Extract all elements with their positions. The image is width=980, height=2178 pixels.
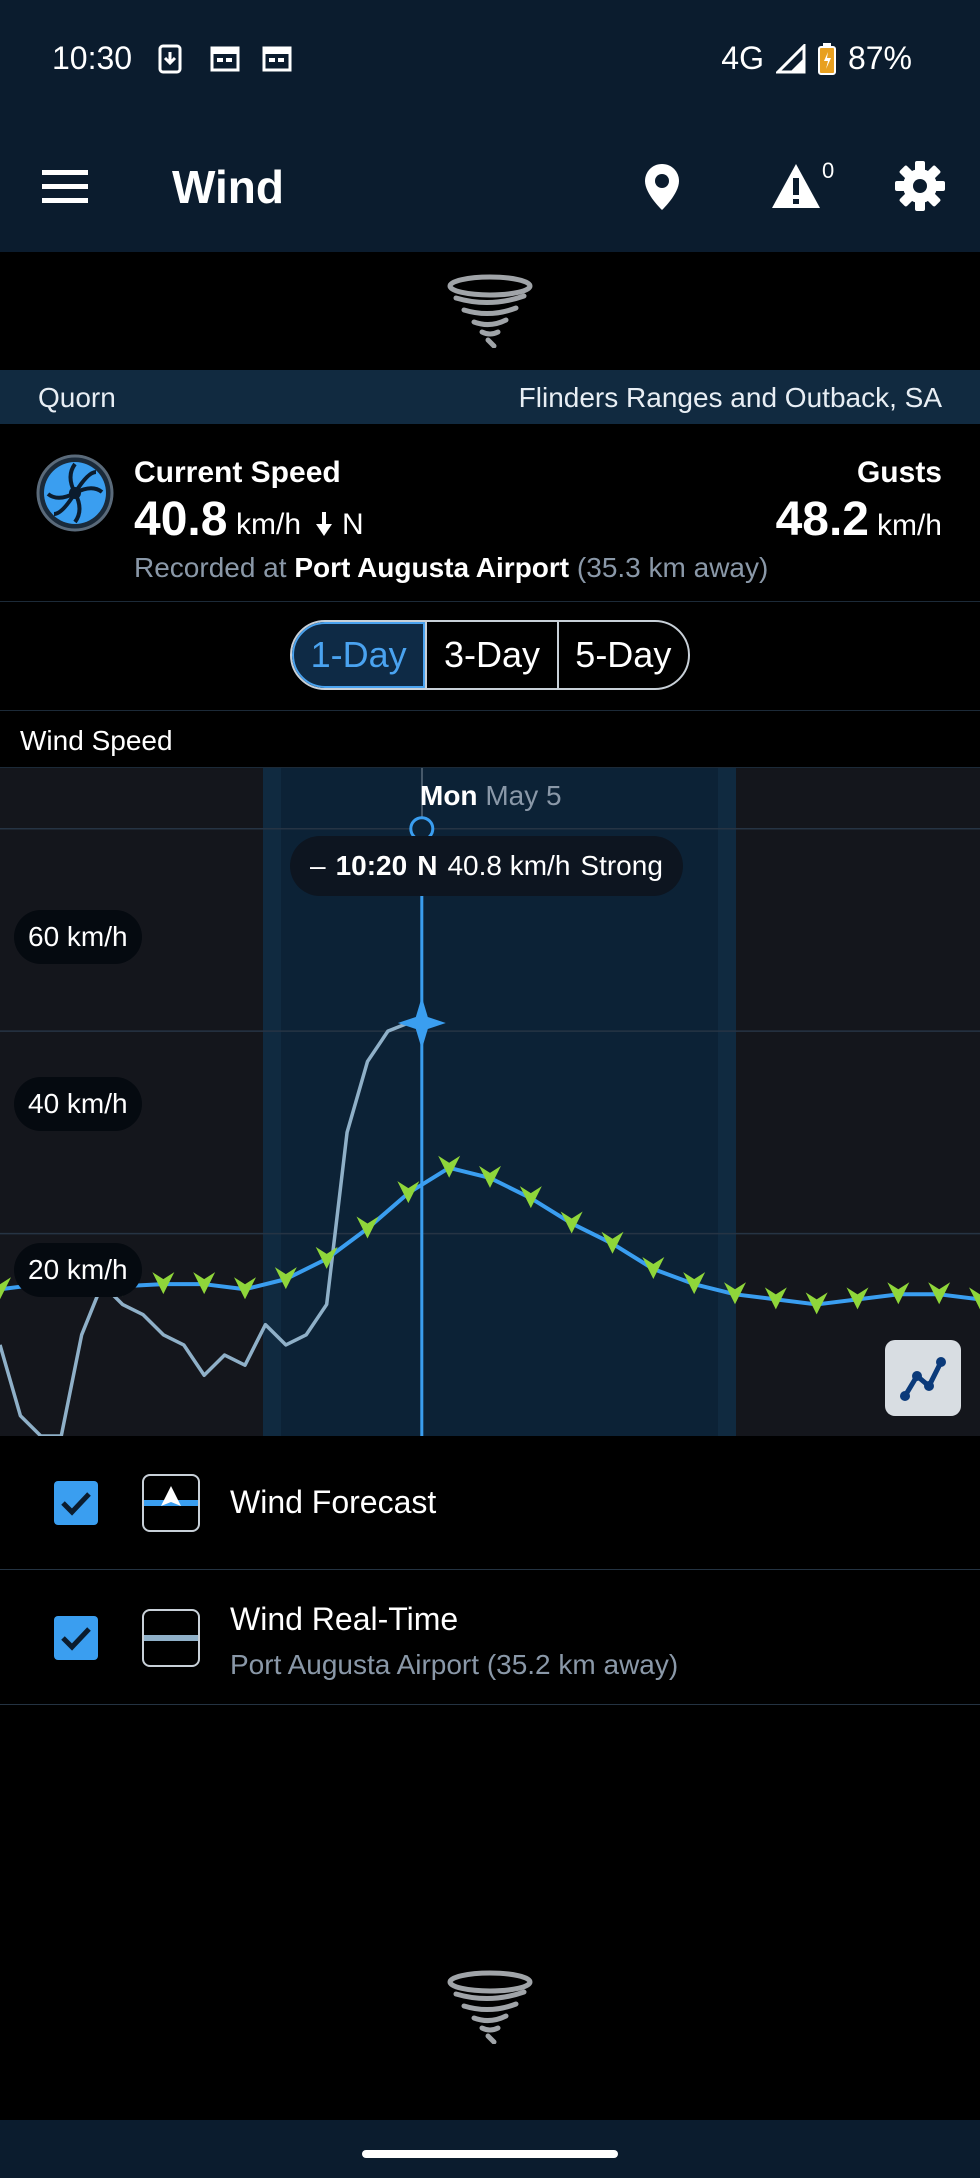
network-type: 4G: [721, 40, 764, 76]
battery-icon: [817, 42, 836, 75]
chart-title: Wind Speed: [20, 725, 173, 756]
legend-row-realtime[interactable]: Wind Real-Time Port Augusta Airport (35.…: [0, 1571, 980, 1705]
wind-chart[interactable]: Mon May 5 – 10:20 N 40.8 km/h Strong 60 …: [0, 768, 980, 1436]
brand-band: [0, 252, 980, 370]
tornado-logo-icon: [447, 274, 533, 348]
location-pin-icon[interactable]: [642, 162, 682, 212]
legend-name-forecast: Wind Forecast: [230, 1484, 437, 1520]
home-gesture-handle[interactable]: [362, 2150, 618, 2158]
location-bar[interactable]: Quorn Flinders Ranges and Outback, SA: [0, 370, 980, 424]
chart-mode-button[interactable]: [885, 1340, 961, 1416]
wind-direction-arrow-icon: [316, 512, 332, 536]
recorded-at: Recorded at Port Augusta Airport (35.3 k…: [134, 552, 768, 584]
page-title: Wind: [172, 161, 284, 213]
location-town: Quorn: [38, 382, 116, 413]
station-name: Port Augusta Airport: [294, 552, 570, 583]
forecast-checkbox[interactable]: [54, 1481, 98, 1525]
notification-icons: [158, 44, 292, 74]
tab-3-day[interactable]: 3-Day: [425, 622, 556, 688]
chart-day-edge: [718, 768, 736, 1436]
legend-sub-realtime: Port Augusta Airport (35.2 km away): [230, 1649, 679, 1680]
calendar-notification-icon: [210, 44, 240, 74]
recorded-prefix: Recorded at: [134, 552, 287, 583]
chart-day-label: Mon May 5: [420, 780, 562, 812]
tooltip-description: Strong: [580, 850, 663, 881]
tornado-logo-icon: [447, 1970, 533, 2044]
chart-day: Mon: [420, 780, 478, 811]
battery-level: 87%: [847, 40, 912, 76]
wind-direction: N: [342, 508, 364, 541]
signal-icon: [775, 43, 806, 73]
location-region: Flinders Ranges and Outback, SA: [518, 382, 942, 413]
current-speed-value: 40.8: [134, 493, 228, 546]
tooltip-dash-icon: –: [310, 850, 326, 881]
wind-fan-icon: [36, 454, 114, 532]
calendar-notification-icon: [262, 44, 292, 74]
alert-icon[interactable]: [770, 162, 822, 210]
chart-header: Wind Speed: [0, 710, 980, 768]
gusts-value: 48.2: [775, 493, 869, 546]
chart-line-icon: [900, 1357, 946, 1401]
gusts: 48.2 km/h: [776, 492, 942, 547]
station-distance: (35.3 km away): [576, 552, 769, 583]
realtime-checkbox[interactable]: [54, 1616, 98, 1660]
download-notification-icon: [158, 44, 186, 74]
checkmark-icon: [61, 1492, 91, 1516]
y-tick-label: 20 km/h: [14, 1243, 142, 1297]
app-bar: Wind 0: [0, 118, 980, 252]
tab-1-day[interactable]: 1-Day: [292, 622, 426, 688]
alert-count: 0: [822, 158, 835, 183]
gusts-unit: km/h: [876, 509, 942, 542]
range-selector: 1-Day 3-Day 5-Day: [290, 620, 690, 690]
tooltip-direction: N: [417, 850, 438, 881]
status-bar: 10:30 4G 87%: [0, 0, 980, 118]
system-nav-bar: [0, 2120, 980, 2178]
gusts-label: Gusts: [856, 456, 942, 489]
gear-icon[interactable]: [894, 160, 946, 212]
current-conditions: Current Speed 40.8 km/h N Recorded at Po…: [0, 424, 980, 602]
menu-icon[interactable]: [42, 168, 88, 204]
chart-date: May 5: [485, 780, 562, 811]
chart-tooltip: – 10:20 N 40.8 km/h Strong: [290, 836, 683, 896]
realtime-legend-icon: [142, 1609, 200, 1667]
legend-name-realtime: Wind Real-Time: [230, 1601, 459, 1637]
y-tick-label: 60 km/h: [14, 910, 142, 964]
legend-row-forecast[interactable]: Wind Forecast: [0, 1436, 980, 1570]
forecast-legend-icon: [142, 1474, 200, 1532]
tab-5-day[interactable]: 5-Day: [556, 622, 688, 688]
tooltip-time: 10:20: [335, 850, 408, 881]
y-tick-label: 40 km/h: [14, 1077, 142, 1131]
status-time: 10:30: [52, 40, 133, 76]
current-speed-label: Current Speed: [134, 456, 341, 489]
current-speed-unit: km/h: [236, 508, 302, 541]
tooltip-speed: 40.8 km/h: [447, 850, 571, 881]
system-status: 4G 87%: [721, 40, 912, 77]
checkmark-icon: [61, 1627, 91, 1651]
